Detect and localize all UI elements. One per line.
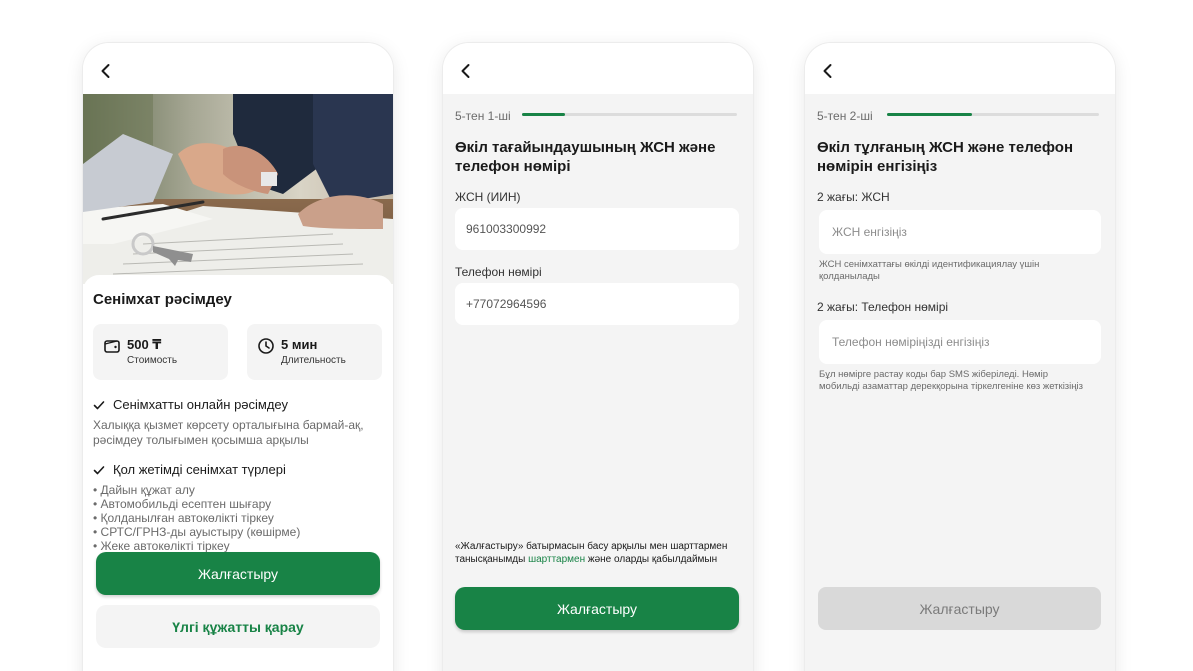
progress-bar [887,113,1099,116]
feature-types: Қол жетімді сенімхат түрлері • Дайын құж… [93,462,383,557]
list-item: • СРТС/ГРНЗ-ды ауыстыру (көшірме) [93,525,301,539]
types-list: • Дайын құжат алу • Автомобильді есептен… [93,483,383,553]
form-body [443,94,753,671]
feature-description: Халыққа қызмет көрсету орталығына бармай… [93,418,364,447]
iin-input[interactable] [832,225,1101,239]
top-bar [83,43,393,94]
phone-screen-intro: Сенімхат рәсімдеу 500 ₸ Стоимость 5 мин … [83,43,393,671]
page-title: Өкіл тағайындаушының ЖСН және телефон нө… [455,139,716,175]
progress-fill [887,113,972,116]
top-bar [805,43,1115,94]
duration-value: 5 мин [281,337,318,352]
progress-fill [522,113,565,116]
iin-field[interactable] [819,210,1101,254]
list-item: • Автомобильді есептен шығару [93,497,272,511]
phone-input[interactable] [466,297,739,311]
list-item: • Қолданылған автокөлікті тіркеу [93,511,274,525]
list-item: • Жеке автокөлікті тіркеу [93,539,230,553]
progress-bar [522,113,737,116]
step-indicator: 5-тен 1-ші [455,109,511,123]
clock-icon [257,337,275,355]
terms-text: «Жалғастыру» батырмасын басу арқылы мен … [455,540,739,566]
cost-label: Стоимость [127,355,178,366]
check-icon [93,399,105,411]
iin-field[interactable] [455,208,739,250]
list-item: • Дайын құжат алу [93,483,195,497]
phone-screen-step1: 5-тен 1-ші Өкіл тағайындаушының ЖСН және… [443,43,753,671]
wallet-icon [103,337,121,355]
check-icon [93,464,105,476]
feature-online: Сенімхатты онлайн рәсімдеу Халыққа қызме… [93,397,383,448]
service-info-sheet: Сенімхат рәсімдеу 500 ₸ Стоимость 5 мин … [83,275,393,671]
iin-label: 2 жағы: ЖСН [817,190,890,204]
feature-title: Қол жетімді сенімхат түрлері [113,462,286,477]
continue-button-disabled[interactable]: Жалғастыру [818,587,1101,630]
feature-title: Сенімхатты онлайн рәсімдеу [113,397,289,412]
terms-text-end: және оларды қабылдаймын [585,554,718,565]
page-title: Сенімхат рәсімдеу [93,291,232,308]
back-arrow-icon[interactable] [97,62,115,80]
cost-value: 500 ₸ [127,337,162,352]
phone-screen-step2: 5-тен 2-ші Өкіл тұлғаның ЖСН және телефо… [805,43,1115,671]
phone-field[interactable] [455,283,739,325]
iin-label: ЖСН (ИИН) [455,190,521,204]
phone-label: 2 жағы: Телефон нөмірі [817,300,949,314]
continue-button[interactable]: Жалғастыру [96,552,380,595]
phone-hint: Бұл нөмірге растау коды бар SMS жіберіле… [819,369,1083,392]
handshake-photo [83,94,393,284]
step-indicator: 5-тен 2-ші [817,109,873,123]
cost-card: 500 ₸ Стоимость [93,324,228,380]
phone-field[interactable] [819,320,1101,364]
duration-card: 5 мин Длительность [247,324,382,380]
iin-hint: ЖСН сенімхаттағы өкілді идентификациялау… [819,259,1040,282]
iin-input[interactable] [466,222,739,236]
phone-input[interactable] [832,335,1101,349]
page-title: Өкіл тұлғаның ЖСН және телефон нөмірін е… [817,139,1074,175]
view-sample-button[interactable]: Үлгі құжатты қарау [96,605,380,648]
phone-label: Телефон нөмірі [455,265,542,279]
continue-button[interactable]: Жалғастыру [455,587,739,630]
top-bar [443,43,753,94]
terms-link[interactable]: шарттармен [528,554,585,565]
back-arrow-icon[interactable] [819,62,837,80]
duration-label: Длительность [281,355,346,366]
back-arrow-icon[interactable] [457,62,475,80]
